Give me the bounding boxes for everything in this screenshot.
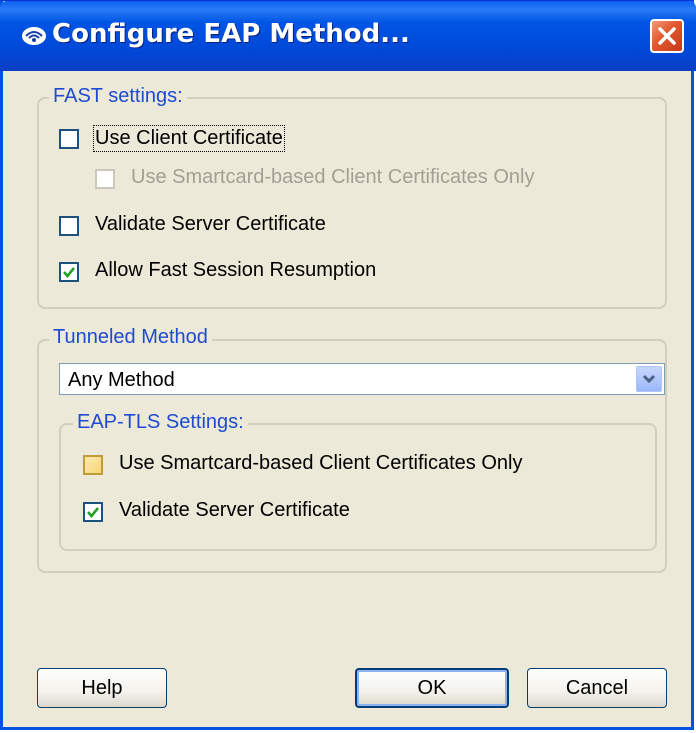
help-button[interactable]: Help bbox=[37, 668, 167, 708]
tunneled-method-legend: Tunneled Method bbox=[49, 326, 212, 349]
use-client-certificate-label[interactable]: Use Client Certificate bbox=[93, 125, 285, 152]
eap-tls-smartcard-only-label[interactable]: Use Smartcard-based Client Certificates … bbox=[119, 452, 522, 475]
chevron-down-icon bbox=[642, 374, 656, 384]
allow-fast-session-resumption-label[interactable]: Allow Fast Session Resumption bbox=[95, 259, 376, 282]
tunneled-method-select[interactable]: Any Method bbox=[59, 363, 665, 395]
checkmark-icon bbox=[87, 507, 100, 519]
configure-eap-dialog: Configure EAP Method... FAST settings: U… bbox=[0, 0, 696, 730]
fast-smartcard-only-checkbox[interactable] bbox=[95, 169, 115, 189]
fast-validate-server-certificate-checkbox[interactable] bbox=[59, 216, 79, 236]
window-title: Configure EAP Method... bbox=[52, 19, 410, 49]
checkmark-icon bbox=[63, 267, 76, 279]
eap-tls-settings-legend: EAP-TLS Settings: bbox=[73, 411, 248, 434]
close-button[interactable] bbox=[650, 19, 684, 53]
dropdown-button[interactable] bbox=[636, 366, 662, 392]
title-bar[interactable]: Configure EAP Method... bbox=[0, 1, 696, 71]
eap-tls-validate-server-certificate-checkbox[interactable] bbox=[83, 502, 103, 522]
use-client-certificate-checkbox[interactable] bbox=[59, 129, 79, 149]
close-icon bbox=[658, 27, 676, 45]
fast-validate-server-certificate-label[interactable]: Validate Server Certificate bbox=[95, 213, 326, 236]
tunneled-method-value: Any Method bbox=[68, 369, 175, 391]
ok-button[interactable]: OK bbox=[355, 668, 509, 708]
fast-smartcard-only-label: Use Smartcard-based Client Certificates … bbox=[131, 166, 535, 188]
wireless-icon bbox=[22, 27, 46, 45]
eap-tls-validate-server-certificate-label[interactable]: Validate Server Certificate bbox=[119, 499, 350, 522]
fast-settings-legend: FAST settings: bbox=[49, 85, 187, 108]
allow-fast-session-resumption-checkbox[interactable] bbox=[59, 262, 79, 282]
eap-tls-settings-group bbox=[59, 423, 657, 551]
cancel-button[interactable]: Cancel bbox=[527, 668, 667, 708]
eap-tls-smartcard-only-checkbox[interactable] bbox=[83, 455, 103, 475]
